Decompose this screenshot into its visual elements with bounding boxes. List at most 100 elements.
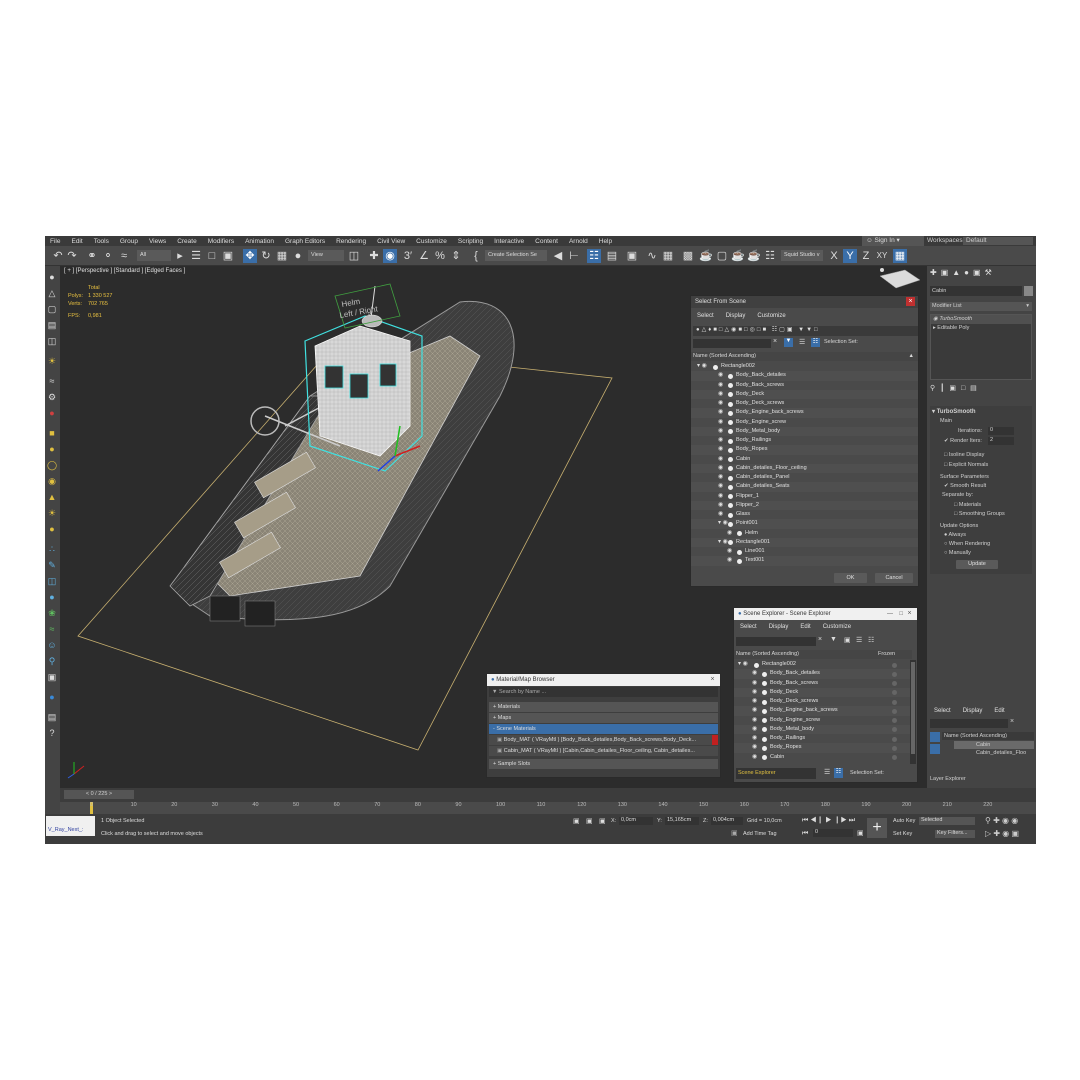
eye-icon[interactable]: ◉ <box>718 473 723 482</box>
layer-explorer-dropdown[interactable]: Layer Explorer <box>930 776 1010 782</box>
tree-row[interactable]: ◉ Body_Engine_back_screws <box>691 408 918 418</box>
menu-item-scripting[interactable]: Scripting <box>453 238 489 245</box>
render-iterative-icon[interactable]: ☷ <box>763 249 777 263</box>
smoothing-groups-checkbox[interactable]: □ Smoothing Groups <box>954 511 1005 517</box>
select-manipulate-icon[interactable]: ✚ <box>367 249 381 263</box>
layer-item[interactable]: Cabin_detailes_Floo <box>954 749 1034 757</box>
tree-row[interactable]: ▾ ◉ Rectangle002 <box>691 362 918 371</box>
bind-spacewarp-icon[interactable]: ≈ <box>117 249 131 263</box>
spinner-snap-icon[interactable]: ⇕ <box>449 249 463 263</box>
frozen-icon[interactable] <box>892 727 897 733</box>
percent-snap-icon[interactable]: % <box>433 249 447 263</box>
tab-customize[interactable]: Customize <box>751 311 791 321</box>
explicit-normals-checkbox[interactable]: □ Explicit Normals <box>944 462 988 468</box>
menu-item-arnold[interactable]: Arnold <box>564 238 594 245</box>
eye-icon[interactable]: ◉ <box>718 408 723 417</box>
torus-icon[interactable]: ◉ <box>47 476 57 486</box>
render-iters-spinner[interactable]: 2 <box>988 437 1014 445</box>
eye-icon[interactable]: ▾ ◉ <box>718 538 728 547</box>
eye-icon[interactable]: ◉ <box>752 697 757 706</box>
lock-icon[interactable]: ▣ <box>844 636 851 644</box>
transform-mode-icon[interactable]: ▣ <box>599 817 606 825</box>
tab-select[interactable]: Select <box>691 311 720 321</box>
tree-row[interactable]: ◉ Body_Engine_screw <box>691 418 918 427</box>
object-mode-icon[interactable] <box>930 744 940 754</box>
eye-icon[interactable]: ◉ <box>752 725 757 734</box>
hierarchy-icon[interactable]: ◫ <box>47 576 57 586</box>
eye-icon[interactable]: ◉ <box>718 381 723 390</box>
eye-icon[interactable]: ◉ <box>718 482 723 491</box>
time-tag-icon[interactable]: ▣ <box>731 829 738 837</box>
stack-tools[interactable]: ⚲┃▣□▤ <box>930 384 1032 394</box>
create-icon[interactable]: ● <box>47 272 57 282</box>
isolate-icon[interactable]: ▣ <box>573 817 580 825</box>
rotate-icon[interactable]: ↻ <box>259 249 273 263</box>
key-set-dropdown[interactable]: Selected <box>919 817 975 825</box>
menu-item-file[interactable]: File <box>45 238 66 245</box>
time-slider[interactable]: < 0 / 225 > <box>64 790 134 799</box>
link-icon[interactable]: ⚭ <box>85 249 99 263</box>
edit-named-selection-icon[interactable]: { <box>469 249 483 263</box>
frozen-icon[interactable] <box>892 736 897 742</box>
tab-select[interactable]: Select <box>734 622 763 632</box>
isoline-checkbox[interactable]: □ Isoline Display <box>944 452 984 458</box>
scale-icon[interactable]: ▦ <box>275 249 289 263</box>
eye-icon[interactable]: ◉ <box>752 743 757 752</box>
studio-dropdown[interactable]: Squid Studio v <box>781 250 823 261</box>
layers-icon[interactable]: ▤ <box>47 712 57 722</box>
globe-icon[interactable]: ● <box>47 592 57 602</box>
always-radio[interactable]: ● Always <box>944 532 966 538</box>
particle-icon[interactable]: ∴ <box>47 544 57 554</box>
tree-row[interactable]: ◉ Body_Back_detailes <box>734 669 910 679</box>
rollout-title[interactable]: ▾ TurboSmooth <box>930 406 1032 415</box>
curve-editor-icon[interactable]: ∿ <box>645 249 659 263</box>
named-selection-dropdown[interactable]: Create Selection Se <box>485 250 547 261</box>
shield-icon[interactable]: ● <box>47 692 57 702</box>
object-color-swatch[interactable] <box>1024 286 1033 296</box>
tree-row[interactable]: ◉ Body_Engine_screw <box>734 716 910 725</box>
render-iters-row[interactable]: ✔ Render Iters: <box>944 438 982 444</box>
tree-row[interactable]: ◉ Body_Engine_back_screws <box>734 706 910 716</box>
eye-icon[interactable]: ◉ <box>727 529 732 538</box>
axis-xy-button[interactable]: XY <box>875 249 889 263</box>
menu-item-edit[interactable]: Edit <box>66 238 88 245</box>
tree-row[interactable]: ◉ Body_Back_screws <box>691 381 918 390</box>
menu-item-interactive[interactable]: Interactive <box>489 238 530 245</box>
scrollbar[interactable] <box>910 660 916 764</box>
eye-icon[interactable]: ◉ <box>718 501 723 510</box>
tab-display[interactable]: Display <box>763 622 795 632</box>
reference-coordinate-dropdown[interactable]: View <box>308 250 344 261</box>
axis-x-button[interactable]: X <box>827 249 841 263</box>
explorer-dropdown[interactable]: Scene Explorer <box>736 768 816 779</box>
tree-row[interactable]: ◉ Cabin_detailes_Floor_ceiling <box>691 463 918 473</box>
lock-icon[interactable]: ▣ <box>586 817 593 825</box>
tree-row[interactable]: ◉ Body_Ropes <box>691 445 918 455</box>
close-icon[interactable]: × <box>906 297 915 306</box>
spacewarp-icon[interactable]: ≈ <box>47 376 57 386</box>
render-icon[interactable]: ☕ <box>747 249 761 263</box>
key-filters-button[interactable]: Key Filters... <box>935 830 975 838</box>
find-input[interactable] <box>693 339 771 348</box>
eye-icon[interactable]: ◉ <box>727 547 732 556</box>
eye-icon[interactable]: ◉ <box>718 436 723 445</box>
angle-snap-icon[interactable]: ∠ <box>417 249 431 263</box>
menu-item-tools[interactable]: Tools <box>89 238 115 245</box>
layers-icon[interactable]: ☰ <box>799 338 805 346</box>
menu-item-group[interactable]: Group <box>115 238 144 245</box>
helpers-icon[interactable]: ◫ <box>47 336 57 346</box>
unlink-icon[interactable]: ⚬ <box>101 249 115 263</box>
set-key-plus-button[interactable]: + <box>867 818 887 838</box>
render-production-icon[interactable]: ☕ <box>731 249 745 263</box>
shapes-icon[interactable]: △ <box>47 288 57 298</box>
systems-icon[interactable]: ⚙ <box>47 392 57 402</box>
render-setup-icon[interactable]: ☕ <box>699 249 713 263</box>
maxscript-listener[interactable]: V_Ray_Next_: <box>46 816 95 836</box>
eye-icon[interactable]: ◉ <box>752 706 757 715</box>
frozen-icon[interactable] <box>892 671 897 677</box>
tree-row[interactable]: ◉ Body_Deck <box>691 389 918 399</box>
stack-item-editable-poly[interactable]: ▸ Editable Poly <box>931 324 1031 333</box>
selection-set-icon[interactable]: ☷ <box>834 768 843 778</box>
schematic-view-icon[interactable]: ▦ <box>661 249 675 263</box>
set-key-button[interactable]: Set Key <box>893 831 912 837</box>
keyboard-shortcut-icon[interactable]: ◉ <box>383 249 397 263</box>
